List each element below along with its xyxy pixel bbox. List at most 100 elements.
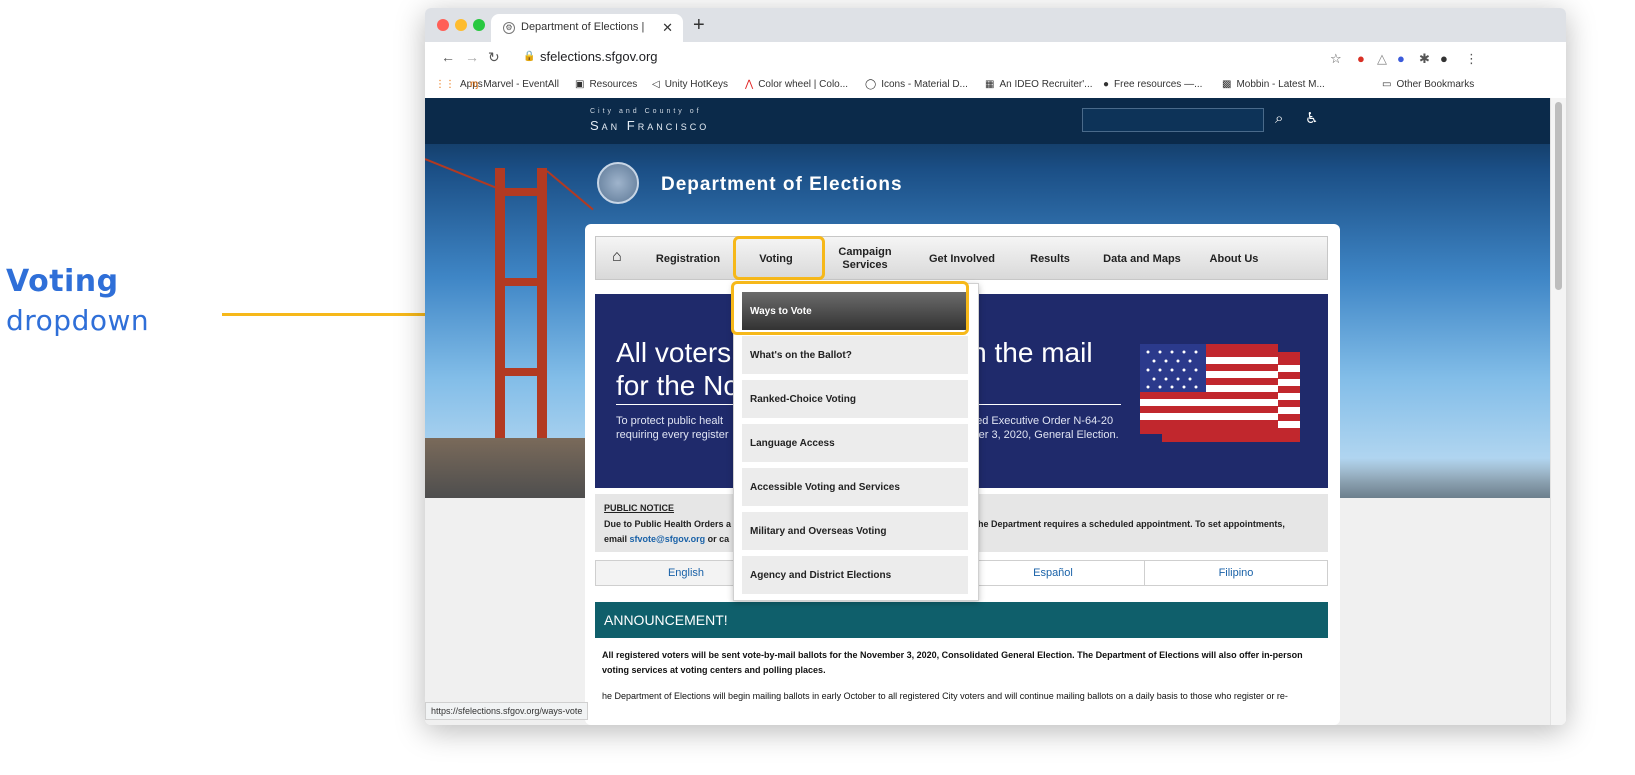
extension-red-icon[interactable]: ● xyxy=(1357,51,1365,66)
close-window-button[interactable] xyxy=(437,19,449,31)
reload-icon[interactable]: ↻ xyxy=(488,49,500,66)
bookmarks-bar: ⋮⋮ Apps ɱ Marvel - EventAll ▣ Resources ◁ Un… xyxy=(425,72,1566,99)
address-input[interactable]: sfelections.sfgov.org xyxy=(540,49,658,64)
banner-heading-line2: for the No xyxy=(616,370,739,401)
mobbin-icon: ▩ xyxy=(1222,79,1232,90)
lock-icon: 🔒 xyxy=(523,51,536,62)
bookmark-resources[interactable]: ▣ Resources xyxy=(575,79,637,90)
bookmark-mobbin[interactable]: ▩ Mobbin - Latest M... xyxy=(1222,79,1325,90)
other-bookmarks[interactable]: ▭ Other Bookmarks xyxy=(1382,79,1474,90)
folder-icon: ▭ xyxy=(1382,79,1392,90)
new-tab-icon[interactable]: + xyxy=(693,14,705,37)
back-arrow-icon[interactable]: ← xyxy=(441,49,455,65)
bookmark-label: An IDEO Recruiter'... xyxy=(999,79,1093,90)
dropdown-item-whats-on-ballot[interactable]: What's on the Ballot? xyxy=(742,336,968,374)
site-favicon-icon: ⚙ xyxy=(503,22,515,34)
forward-arrow-icon[interactable]: → xyxy=(465,49,479,65)
ideo-icon: ▦ xyxy=(985,79,995,90)
close-tab-icon[interactable]: ✕ xyxy=(662,20,673,36)
extension-blue-icon[interactable]: ● xyxy=(1397,51,1405,66)
us-flag-icon xyxy=(1140,344,1300,442)
bridge-tower-right-leg xyxy=(537,168,547,468)
lang-espanol[interactable]: Español xyxy=(961,560,1145,586)
maximize-window-button[interactable] xyxy=(473,19,485,31)
bookmark-color-wheel[interactable]: ⋀ Color wheel | Colo... xyxy=(745,79,848,90)
bookmark-label: Unity HotKeys xyxy=(664,79,729,90)
bookmark-marvel[interactable]: ɱ Marvel - EventAll xyxy=(470,79,559,90)
search-icon[interactable]: ⌕ xyxy=(1275,110,1283,127)
notice-title: PUBLIC NOTICE xyxy=(604,503,675,513)
tab-bar: ⚙ Department of Elections | ✕ + xyxy=(425,8,1566,42)
nav-registration[interactable]: Registration xyxy=(650,237,726,281)
banner-text-line2: requiring every register xyxy=(616,429,729,441)
adobe-icon: ⋀ xyxy=(745,79,754,90)
department-title[interactable]: Department of Elections xyxy=(661,174,903,196)
marvel-icon: ɱ xyxy=(470,79,479,90)
bookmark-star-icon[interactable]: ☆ xyxy=(1330,51,1342,67)
extensions-puzzle-icon[interactable]: ✱ xyxy=(1419,51,1430,67)
bookmark-label: Icons - Material D... xyxy=(881,79,968,90)
nav-data-and-maps[interactable]: Data and Maps xyxy=(1098,237,1186,281)
web-page: City and County of San Francisco ⌕ ♿ Dep… xyxy=(425,98,1550,725)
browser-tab[interactable]: ⚙ Department of Elections | ✕ xyxy=(491,14,683,42)
bookmark-label: Marvel - EventAll xyxy=(483,79,559,90)
circle-icon: ● xyxy=(1103,79,1110,90)
nav-results[interactable]: Results xyxy=(1020,237,1080,281)
ways-to-vote-highlight-box xyxy=(731,281,969,335)
browser-window: ⚙ Department of Elections | ✕ + ← → ↻ 🔒 … xyxy=(425,8,1566,725)
bookmark-free-resources[interactable]: ● Free resources —... xyxy=(1103,79,1202,90)
dropdown-item-language-access[interactable]: Language Access xyxy=(742,424,968,462)
main-nav-bar: ⌂ Registration Voting Campaign Services … xyxy=(595,236,1328,280)
link-status-bar: https://sfelections.sfgov.org/ways-vote xyxy=(425,702,589,720)
material-icon: ◯ xyxy=(865,79,877,90)
san-francisco-logo-text[interactable]: San Francisco xyxy=(590,118,709,133)
bookmark-label: Free resources —... xyxy=(1114,79,1203,90)
lang-filipino[interactable]: Filipino xyxy=(1144,560,1328,586)
site-top-strip: City and County of San Francisco ⌕ ♿ xyxy=(425,98,1550,144)
tab-title: Department of Elections | xyxy=(521,21,645,33)
bookmark-label: Color wheel | Colo... xyxy=(758,79,849,90)
home-icon[interactable]: ⌂ xyxy=(612,248,622,266)
city-skyline xyxy=(1340,458,1550,498)
notice-line1-end: ing the Department requires a scheduled … xyxy=(959,519,1285,529)
dropdown-item-ranked-choice[interactable]: Ranked-Choice Voting xyxy=(742,380,968,418)
scrollbar-thumb[interactable] xyxy=(1555,102,1562,290)
menu-kebab-icon[interactable]: ⋮ xyxy=(1465,51,1478,67)
banner-heading-line1: All voters xyxy=(616,337,732,368)
nav-campaign-services[interactable]: Campaign Services xyxy=(834,237,896,281)
bridge-tower-beam xyxy=(495,368,547,376)
annotation-subtitle: dropdown xyxy=(6,304,150,337)
bookmark-unity[interactable]: ◁ Unity HotKeys xyxy=(652,79,728,90)
extension-drive-icon[interactable]: △ xyxy=(1377,51,1387,67)
banner-text-line1-end: ued Executive Order N-64-20 xyxy=(970,415,1114,427)
apps-grid-icon: ⋮⋮ xyxy=(435,79,455,90)
nav-about-us[interactable]: About Us xyxy=(1202,237,1266,281)
bookmark-icons-material[interactable]: ◯ Icons - Material D... xyxy=(865,79,968,90)
site-search-input[interactable] xyxy=(1082,108,1264,132)
dropdown-item-accessible-voting[interactable]: Accessible Voting and Services xyxy=(742,468,968,506)
profile-avatar-icon[interactable]: ● xyxy=(1440,51,1448,66)
dropdown-item-agency-district[interactable]: Agency and District Elections xyxy=(742,556,968,594)
sf-seal-icon xyxy=(597,162,639,204)
banner-text-line2-end: ber 3, 2020, General Election. xyxy=(972,429,1119,441)
bookmark-label: Mobbin - Latest M... xyxy=(1236,79,1325,90)
notion-icon: ▣ xyxy=(575,79,585,90)
dropdown-item-military-overseas[interactable]: Military and Overseas Voting xyxy=(742,512,968,550)
other-bookmarks-label: Other Bookmarks xyxy=(1396,79,1475,90)
address-bar-row: ← → ↻ 🔒 sfelections.sfgov.org ☆ ● △ ● ✱ … xyxy=(425,42,1566,72)
city-county-label: City and County of xyxy=(590,108,702,115)
notice-email-link[interactable]: sfvote@sfgov.org xyxy=(630,534,706,544)
page-scrollbar[interactable] xyxy=(1550,98,1566,725)
annotation-title: Voting xyxy=(6,264,119,299)
nav-get-involved[interactable]: Get Involved xyxy=(922,237,1002,281)
announcement-bar: ANNOUNCEMENT! xyxy=(595,602,1328,638)
banner-text-line1: To protect public healt xyxy=(616,415,724,427)
minimize-window-button[interactable] xyxy=(455,19,467,31)
bridge-road-deck xyxy=(425,438,590,498)
notice-line1-start: Due to Public Health Orders a xyxy=(604,519,732,529)
notice-line2-end: or ca xyxy=(705,534,730,544)
accessibility-icon[interactable]: ♿ xyxy=(1305,109,1318,127)
bookmark-label: Resources xyxy=(589,79,638,90)
bookmark-ideo[interactable]: ▦ An IDEO Recruiter'... xyxy=(985,79,1093,90)
bridge-tower-beam xyxy=(495,278,547,286)
